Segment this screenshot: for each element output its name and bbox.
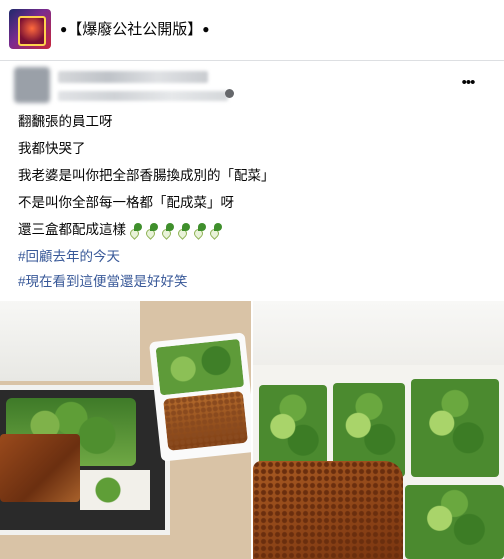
bento-box-white	[148, 332, 251, 462]
author-avatar[interactable]	[14, 67, 50, 103]
post-line: 不是叫你全部每一格都「配成菜」呀	[18, 195, 234, 210]
post-body: 翻飜張的員工呀 我都快哭了 我老婆是叫你把全部香腸換成別的「配菜」 不是叫你全部…	[18, 113, 488, 298]
post-line: 我老婆是叫你把全部香腸換成別的「配菜」	[18, 168, 275, 183]
group-title[interactable]: ●【爆廢公社公開版】●	[60, 18, 210, 41]
bento-box-dark	[0, 385, 170, 535]
pork-chop	[0, 434, 80, 502]
bok-choy-emoji-icon	[129, 223, 142, 236]
rice	[80, 470, 150, 510]
minced-pork-rice	[253, 461, 403, 559]
more-options-icon[interactable]: •••	[456, 75, 480, 91]
vegetable-compartment	[411, 379, 499, 477]
post-timestamp-blurred[interactable]	[58, 91, 228, 101]
post-line-text: 還三盒都配成這樣	[18, 222, 126, 237]
bok-choy-emoji-icon	[161, 223, 174, 236]
post-line: 我都快哭了	[18, 141, 86, 156]
post-photos	[0, 301, 504, 559]
post-card: ••• 翻飜張的員工呀 我都快哭了 我老婆是叫你把全部香腸換成別的「配菜」 不是…	[0, 60, 504, 559]
vegetable-compartment	[405, 485, 504, 559]
hashtag-link[interactable]: #回顧去年的今天	[18, 248, 488, 265]
post-line-with-emoji: 還三盒都配成這樣	[18, 221, 488, 238]
post-line: 翻飜張的員工呀	[18, 114, 113, 129]
group-name[interactable]: 【爆廢公社公開版】	[67, 21, 202, 38]
minced-pork-rice	[163, 390, 249, 451]
group-logo-icon	[18, 16, 46, 46]
bok-choy-emoji-icon	[209, 223, 222, 236]
vegetables	[155, 338, 245, 396]
bento-photo-left[interactable]	[0, 301, 251, 559]
author-name-blurred[interactable]	[58, 71, 208, 83]
box-lid	[0, 301, 140, 381]
bok-choy-emoji-icon	[177, 223, 190, 236]
title-dot-right: ●	[202, 22, 210, 36]
hashtag-link[interactable]: #現在看到這便當還是好好笑	[18, 273, 488, 290]
author-info-blurred[interactable]	[14, 67, 228, 107]
group-header: ●【爆廢公社公開版】●	[0, 0, 504, 61]
bok-choy-emoji-icon	[193, 223, 206, 236]
bento-photo-right[interactable]	[253, 301, 504, 559]
bok-choy-emoji-icon	[145, 223, 158, 236]
privacy-globe-icon	[225, 89, 234, 98]
group-avatar[interactable]	[9, 9, 51, 49]
